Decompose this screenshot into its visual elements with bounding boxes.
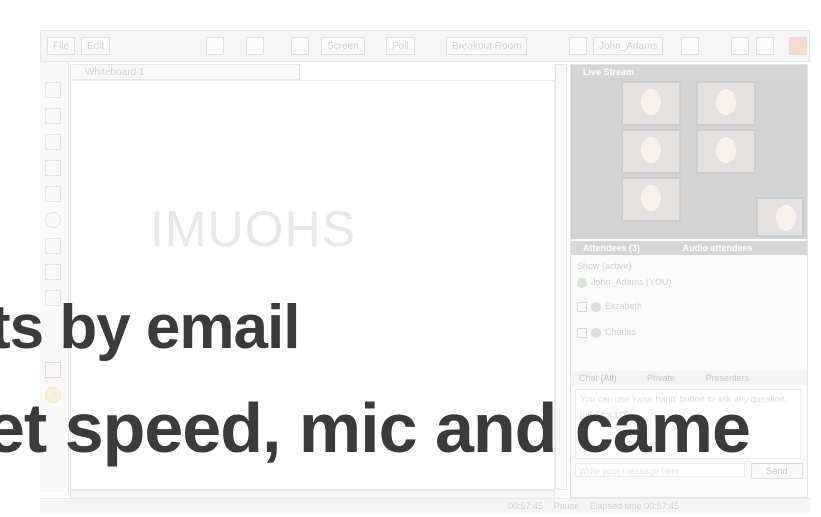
pen-tool-icon[interactable] [45, 134, 61, 150]
attendee-checkbox[interactable] [577, 327, 587, 338]
ellipse-tool-icon[interactable] [45, 212, 61, 228]
audio-attendees-label[interactable]: Audio attendees [683, 243, 753, 253]
pointer-tool-icon[interactable] [45, 108, 61, 124]
list-item[interactable]: Charles [577, 327, 636, 338]
elapsed-time-label: Elapsed time 00:57:45 [589, 501, 680, 511]
copy-icon[interactable] [291, 37, 309, 55]
signal-icon [569, 37, 587, 55]
screen-share-button[interactable]: Screen [321, 37, 365, 55]
video-tile[interactable] [696, 81, 756, 126]
list-item[interactable]: John_Adams (YOU) [577, 277, 672, 288]
show-active-label: Show (active) [577, 261, 632, 271]
tab-chat-all[interactable]: Chat (All) [579, 373, 617, 383]
tab-chat-presenters[interactable]: Presenters [706, 373, 750, 383]
pause-button[interactable]: Pause [554, 501, 580, 511]
attendees-title: Attendees (3) [583, 243, 641, 253]
settings-icon[interactable] [681, 37, 699, 55]
send-button[interactable]: Send [751, 463, 803, 479]
video-tile[interactable] [621, 129, 681, 174]
zoom-icon[interactable] [246, 37, 264, 55]
elapsed-clock: 00:57:45 [508, 501, 544, 511]
attendee-checkbox[interactable] [577, 301, 587, 312]
triangle-tool-icon[interactable] [45, 264, 61, 280]
status-bar: 00:57:45 Pause Elapsed time 00:57:45 [40, 498, 810, 513]
video-tile[interactable] [621, 177, 681, 222]
tab-chat-private[interactable]: Private [647, 373, 675, 383]
attendee-name: John_Adams (YOU) [591, 277, 672, 287]
video-tile[interactable] [621, 81, 681, 126]
folder-icon[interactable] [206, 37, 224, 55]
video-panel-title: Live Stream [571, 65, 807, 79]
attendee-name: Charles [605, 327, 637, 337]
video-tile-self[interactable] [756, 197, 804, 237]
chat-tabs: Chat (All) Private Presenters [571, 371, 807, 385]
exit-icon[interactable] [756, 37, 774, 55]
edit-menu[interactable]: Edit [81, 37, 111, 55]
file-menu[interactable]: File [47, 37, 76, 55]
attendee-name: Elizabeth [605, 301, 643, 311]
user-icon [577, 277, 587, 288]
main-toolbar: File Edit Screen Poll Breakout Room John… [40, 30, 810, 62]
video-grid [571, 79, 807, 239]
user-menu[interactable]: John_Adams [593, 37, 664, 55]
screenshot-stage: File Edit Screen Poll Breakout Room John… [0, 0, 821, 517]
user-icon [591, 301, 601, 312]
whiteboard-text: IMUOHS [150, 201, 356, 257]
attendees-panel-title: Attendees (3) Audio attendees [571, 241, 807, 255]
headline-line-1: ts by email [0, 293, 300, 362]
tab-whiteboard-1[interactable]: Whiteboard 1 [70, 64, 300, 80]
poll-button[interactable]: Poll [386, 37, 415, 55]
breakout-room-button[interactable]: Breakout Room [446, 37, 528, 55]
close-icon[interactable] [789, 37, 807, 55]
line-tool-icon[interactable] [45, 238, 61, 254]
video-tile[interactable] [696, 129, 756, 174]
user-icon [591, 327, 601, 338]
headline-line-2: et speed, mic and came [0, 389, 751, 467]
list-item[interactable]: Elizabeth [577, 301, 642, 312]
rectangle-tool-icon[interactable] [45, 186, 61, 202]
select-tool-icon[interactable] [45, 82, 61, 98]
tools-icon[interactable] [731, 37, 749, 55]
highlighter-tool-icon[interactable] [45, 160, 61, 176]
delete-tool-icon[interactable] [45, 362, 61, 378]
